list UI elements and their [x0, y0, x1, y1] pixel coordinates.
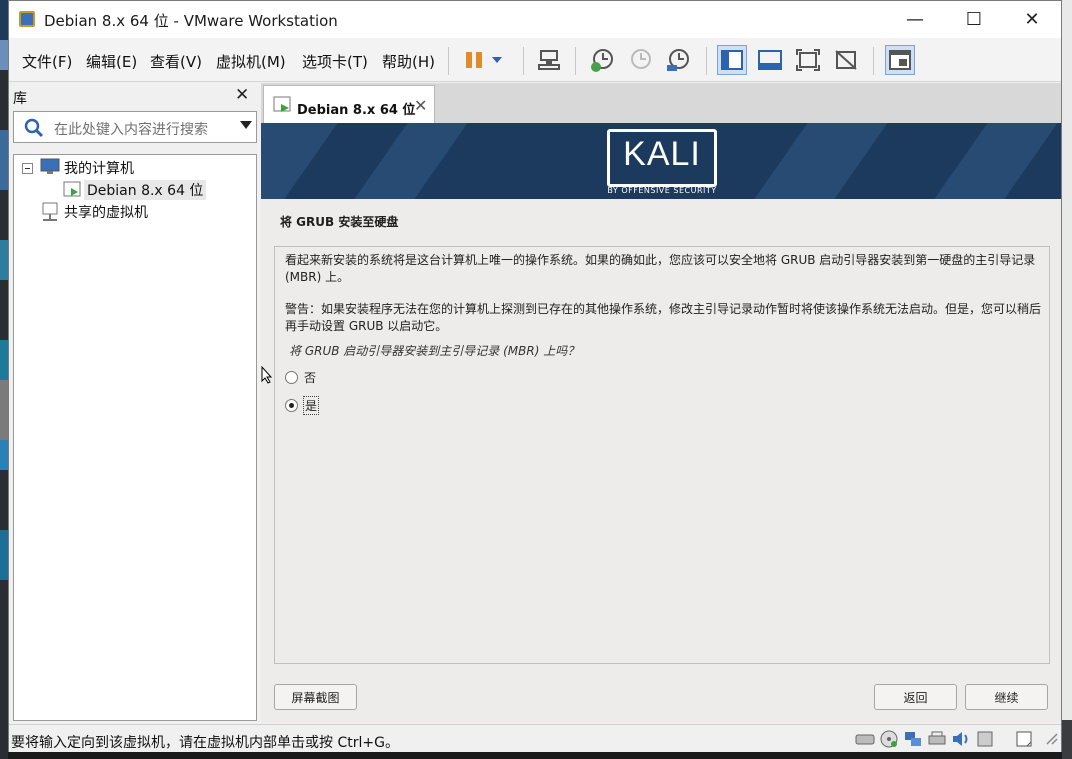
desktop-left-strip: [0, 0, 8, 759]
menu-tabs[interactable]: 选项卡(T): [302, 51, 368, 72]
display-icon[interactable]: [975, 730, 995, 748]
menu-edit[interactable]: 编辑(E): [86, 51, 137, 72]
library-tree: 我的计算机 Debian 8.x 64 位 共享的虚拟机: [13, 154, 257, 721]
library-title: 库: [13, 91, 27, 107]
tree-shared-vms[interactable]: 共享的虚拟机: [64, 202, 148, 222]
computer-icon: [40, 158, 60, 174]
message-icon[interactable]: [1015, 730, 1035, 748]
menu-view[interactable]: 查看(V): [150, 51, 202, 72]
title-bar: Debian 8.x 64 位 - VMware Workstation — ☐…: [9, 1, 1061, 38]
radio-no[interactable]: [285, 371, 298, 384]
snapshot-manager-icon[interactable]: [663, 45, 693, 75]
network-icon[interactable]: [903, 730, 923, 748]
vm-tab[interactable]: Debian 8.x 64 位 ✕: [263, 85, 435, 123]
fullscreen-icon[interactable]: [793, 45, 823, 75]
vm-tab-label: Debian 8.x 64 位: [297, 103, 416, 118]
shared-vm-icon: [42, 202, 58, 221]
menu-toolbar: 文件(F) 编辑(E) 查看(V) 虚拟机(M) 选项卡(T) 帮助(H): [9, 38, 1061, 82]
unity-icon[interactable]: [831, 45, 861, 75]
console-view-icon[interactable]: [885, 45, 915, 75]
cd-rom-icon[interactable]: [879, 730, 899, 748]
status-bar: 要将输入定向到该虚拟机，请在虚拟机内部单击或按 Ctrl+G。: [9, 724, 1061, 752]
radio-no-label[interactable]: 否: [304, 369, 316, 386]
mouse-cursor-icon: [261, 366, 273, 384]
kali-logo-subtitle: BY OFFENSIVE SECURITY: [607, 186, 717, 195]
tree-my-computer[interactable]: 我的计算机: [64, 158, 134, 178]
vm-icon: [63, 181, 81, 197]
power-dropdown-icon[interactable]: [487, 45, 507, 75]
snapshot-icon[interactable]: [587, 45, 617, 75]
question-text: 将 GRUB 启动引导器安装到主引导记录 (MBR) 上吗？: [289, 344, 580, 358]
warning-paragraph: 警告：如果安装程序无法在您的计算机上探测到已存在的其他操作系统，修改主引导记录动…: [285, 302, 1042, 333]
vm-tab-strip: Debian 8.x 64 位 ✕: [261, 83, 1061, 123]
kali-logo: KALI: [607, 129, 717, 187]
thumbnail-bar-icon[interactable]: [755, 45, 785, 75]
hard-disk-icon[interactable]: [855, 730, 875, 748]
search-placeholder: 在此处键入内容进行搜索: [54, 122, 208, 138]
tree-vm-item[interactable]: Debian 8.x 64 位: [84, 180, 207, 200]
sound-icon[interactable]: [951, 730, 971, 748]
vm-tab-close-icon[interactable]: ✕: [414, 96, 427, 115]
installer-content-panel: 看起来新安装的系统将是这台计算机上唯一的操作系统。如果的确如此，您应该可以安全地…: [274, 246, 1050, 664]
library-panel: 库 ✕ 在此处键入内容进行搜索 我的计算机 Debian 8.x 64 位 共享…: [9, 83, 259, 723]
maximize-button[interactable]: ☐: [945, 1, 1003, 38]
screenshot-button[interactable]: 屏幕截图: [274, 684, 357, 710]
library-close-icon[interactable]: ✕: [235, 85, 249, 105]
close-button[interactable]: ✕: [1003, 1, 1061, 38]
status-message: 要将输入定向到该虚拟机，请在虚拟机内部单击或按 Ctrl+G。: [11, 735, 399, 751]
continue-button[interactable]: 继续: [965, 684, 1048, 710]
vmware-window: Debian 8.x 64 位 - VMware Workstation — ☐…: [8, 0, 1062, 752]
revert-snapshot-icon: [625, 45, 655, 75]
kali-banner: KALI BY OFFENSIVE SECURITY: [261, 123, 1061, 199]
minimize-button[interactable]: —: [886, 1, 944, 38]
desktop-right-strip: [1062, 0, 1072, 759]
radio-yes[interactable]: [285, 399, 298, 412]
search-dropdown-icon[interactable]: [240, 121, 252, 129]
show-library-icon[interactable]: [717, 45, 747, 75]
kali-logo-text: KALI: [623, 135, 701, 173]
pause-icon[interactable]: [459, 45, 489, 75]
step-title: 将 GRUB 安装至硬盘: [280, 215, 399, 229]
search-icon: [24, 118, 44, 138]
vm-tab-icon: [273, 96, 291, 112]
library-search-input[interactable]: 在此处键入内容进行搜索: [13, 111, 257, 143]
radio-yes-label[interactable]: 是: [302, 396, 320, 415]
send-ctrl-alt-del-icon[interactable]: [534, 45, 564, 75]
guest-screen[interactable]: KALI BY OFFENSIVE SECURITY 将 GRUB 安装至硬盘 …: [261, 123, 1061, 723]
vmware-app-icon: [19, 11, 35, 27]
printer-icon[interactable]: [927, 730, 947, 748]
window-title: Debian 8.x 64 位 - VMware Workstation: [44, 12, 338, 30]
menu-vm[interactable]: 虚拟机(M): [216, 51, 286, 72]
menu-help[interactable]: 帮助(H): [382, 51, 435, 72]
back-button[interactable]: 返回: [874, 684, 957, 710]
collapse-icon[interactable]: [22, 163, 33, 174]
menu-file[interactable]: 文件(F): [22, 51, 72, 72]
resize-grip-icon[interactable]: [1043, 730, 1063, 748]
info-paragraph: 看起来新安装的系统将是这台计算机上唯一的操作系统。如果的确如此，您应该可以安全地…: [285, 253, 1036, 284]
